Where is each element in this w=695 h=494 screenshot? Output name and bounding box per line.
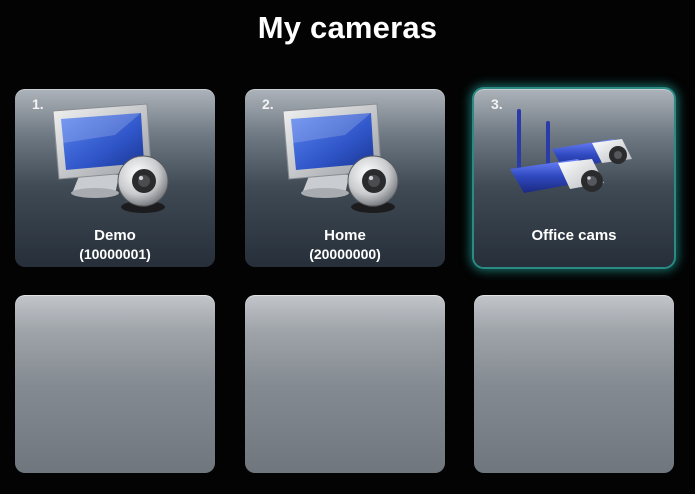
camera-tile-office-cams[interactable]: 3. Office cams: [474, 89, 674, 267]
camera-tile-demo[interactable]: 1. Demo (10000001): [15, 89, 215, 267]
tile-label: Office cams: [531, 227, 617, 244]
empty-camera-slot[interactable]: [15, 295, 215, 473]
camera-list-screen: My cameras 1. Demo (10000001) 2. Home (2…: [0, 0, 695, 494]
tile-label: Demo: [94, 227, 136, 244]
tile-label: Home: [324, 227, 366, 244]
monitor-webcam-icon: [282, 103, 399, 213]
page-title: My cameras: [257, 10, 438, 45]
empty-camera-slot[interactable]: [245, 295, 445, 473]
camera-tile-home[interactable]: 2. Home (20000000): [245, 89, 445, 267]
tile-camera-id: (10000001): [79, 246, 151, 262]
ip-cameras-icon: [510, 109, 632, 193]
monitor-webcam-icon: [52, 103, 169, 213]
tile-camera-id: (20000000): [309, 246, 381, 262]
empty-camera-slot[interactable]: [474, 295, 674, 473]
